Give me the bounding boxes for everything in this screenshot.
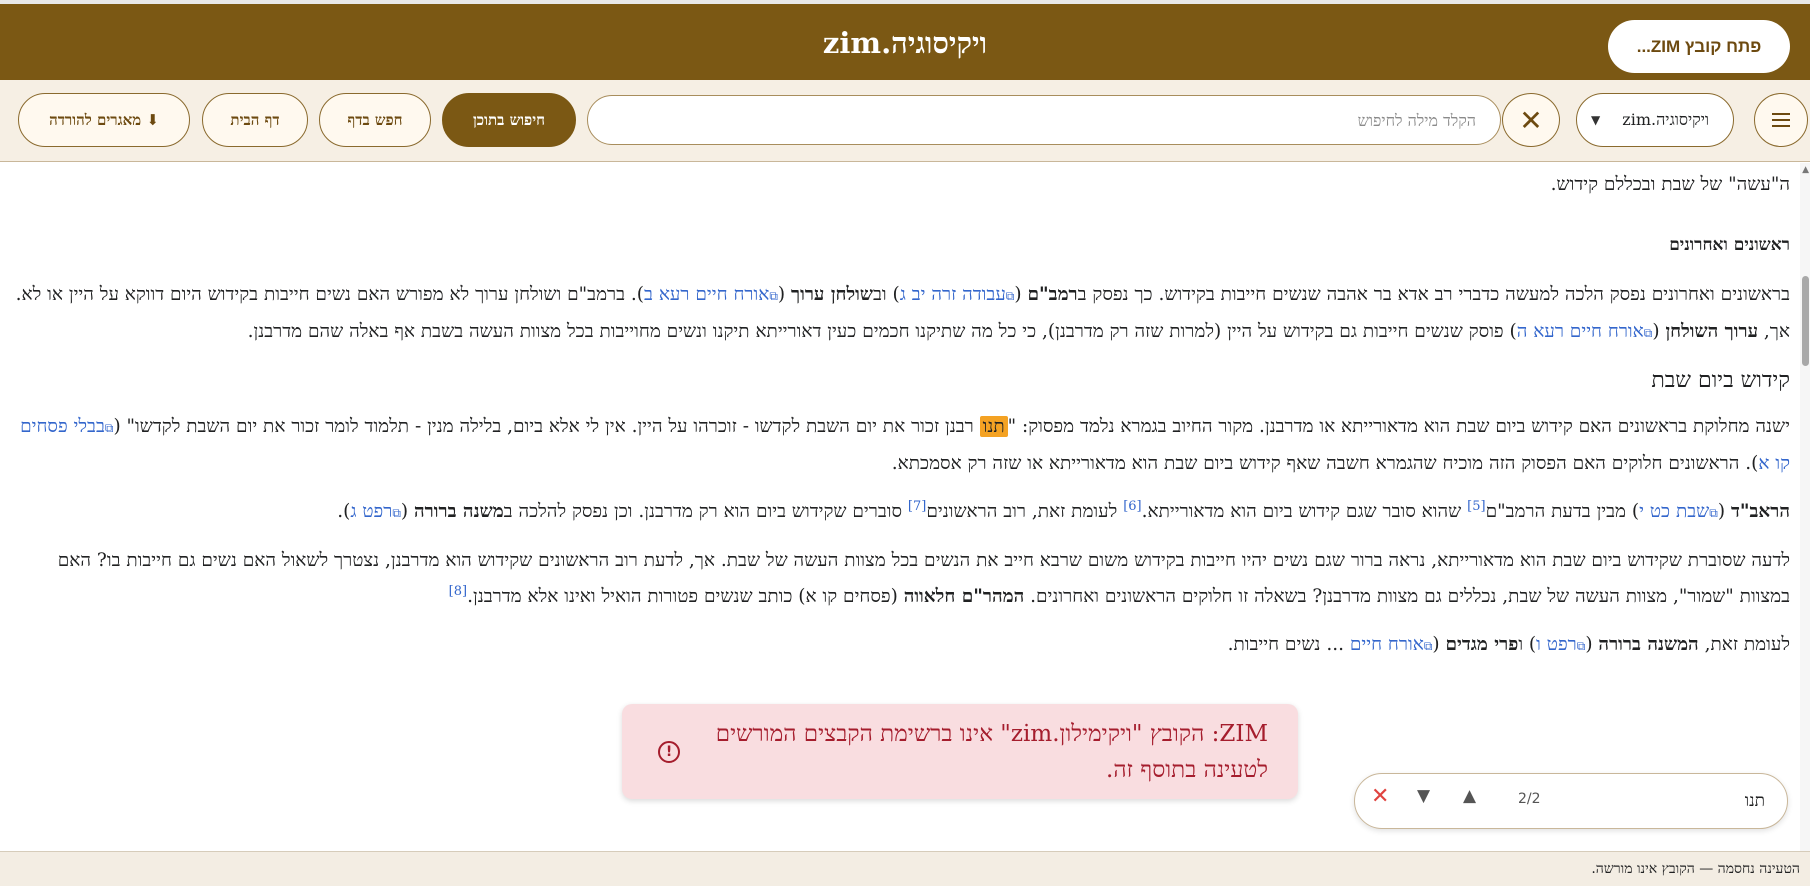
external-link-icon: ⧉ <box>1709 506 1718 520</box>
text: שהוא סובר שגם קידוש ביום הוא מדאורייתא. <box>1141 501 1468 522</box>
text: ( <box>400 501 415 522</box>
text: לעומת זאת, רוב הראשונים <box>926 501 1124 522</box>
text: ) פוסק שנשים חייבות גם בקידוש על היין (ל… <box>247 321 1517 342</box>
text: ... נשים חייבות. <box>1227 634 1350 655</box>
close-icon: ✕ <box>1519 103 1543 137</box>
subheading-rishonim: ראשונים ואחרונים <box>1669 235 1790 255</box>
title-bar: ויקיסוגיה.zim פתח קובץ ZIM... <box>0 0 1810 80</box>
text: ) ו <box>1518 634 1537 655</box>
clear-search-button[interactable]: ✕ <box>1502 93 1560 147</box>
book-select[interactable]: ויקיסוגיה.zim ▼ <box>1576 93 1734 147</box>
search-highlight: תנו <box>979 416 1008 437</box>
text: ( <box>1014 284 1028 305</box>
text: ). <box>337 501 351 522</box>
bold-term: שולחן ערוך <box>791 284 873 305</box>
find-input[interactable] <box>1645 786 1765 816</box>
text: ) וב <box>872 284 900 305</box>
home-button[interactable]: דף הבית <box>202 93 308 147</box>
scrollbar-thumb[interactable] <box>1802 276 1809 366</box>
source-link[interactable]: רפט ו <box>1536 634 1577 655</box>
text: ישנה מחלוקת בראשונים האם קידוש ביום שבת … <box>1007 416 1790 437</box>
text: ) מבין בדעת הרמב"ם <box>1485 501 1640 522</box>
external-link-icon: ⧉ <box>392 506 401 520</box>
paragraph: הראב"ד (⧉שבת כט י) מבין בדעת הרמב"ם[5] ש… <box>6 494 1790 531</box>
source-link[interactable]: שבת כט י <box>1639 501 1709 522</box>
text: ( <box>1717 501 1731 522</box>
footnote-ref[interactable]: [7] <box>908 499 926 514</box>
text: (פסחים קו א) כותב שנשים פטורות הואיל ואי… <box>467 586 904 607</box>
text: סוברים שקידוש ביום הוא רק מדרבנן. וכן נפ… <box>503 501 908 522</box>
source-link[interactable]: אורח חיים רעא ה <box>1517 321 1644 342</box>
chevron-down-icon: ▼ <box>1591 113 1601 127</box>
text: לעומת זאת, <box>1698 634 1790 655</box>
paragraph: ישנה מחלוקת בראשונים האם קידוש ביום שבת … <box>6 409 1790 482</box>
paragraph: בראשונים ואחרונים נפסק הלכה למעשה כדברי … <box>6 277 1790 351</box>
scroll-up-icon[interactable]: ▲ <box>1802 165 1809 175</box>
source-link[interactable]: רפט ג <box>350 501 392 522</box>
arrow-down-icon[interactable]: ▼ <box>1417 786 1430 806</box>
text: בראשונים ואחרונים נפסק הלכה למעשה כדברי … <box>1077 284 1790 305</box>
menu-icon <box>1772 119 1790 121</box>
source-link[interactable]: עבודה זרה יב ג <box>900 284 1006 305</box>
footnote-ref[interactable]: [6] <box>1123 499 1141 514</box>
scrollbar[interactable]: ▲ <box>1800 163 1810 851</box>
footnote-ref[interactable]: [5] <box>1467 499 1485 514</box>
search-input[interactable] <box>587 95 1501 145</box>
open-zim-button[interactable]: פתח קובץ ZIM... <box>1608 20 1790 73</box>
text: ( <box>777 284 792 305</box>
app-title: ויקיסוגיה.zim <box>822 26 988 60</box>
book-select-value: ויקיסוגיה.zim <box>1622 110 1709 129</box>
text: ( <box>1585 634 1599 655</box>
menu-button[interactable] <box>1754 93 1808 147</box>
bold-term: משנה ברורה <box>414 501 504 522</box>
search-content-button[interactable]: חיפוש בתוכן <box>442 93 576 147</box>
toast-message: ZIM: הקובץ "ויקימילון.zim" אינו ברשימת ה… <box>715 720 1268 783</box>
find-bar: 2/2 ▲ ▼ ✕ <box>1354 773 1788 829</box>
external-link-icon: ⧉ <box>769 289 778 303</box>
find-in-page-button[interactable]: חפש בדף <box>319 93 431 147</box>
paragraph: לדעה שסוברת שקידוש ביום שבת הוא מדאוריית… <box>6 543 1790 615</box>
toolbar: ויקיסוגיה.zim ▼ ✕ חיפוש בתוכן חפש בדף דף… <box>0 80 1810 162</box>
bold-term: ערוך השולחן <box>1665 321 1759 342</box>
text: ( <box>1432 634 1446 655</box>
find-match-count: 2/2 <box>1518 791 1541 807</box>
bold-term: הראב"ד <box>1730 501 1790 522</box>
download-repos-button[interactable]: ⬇ מאגרים להורדה <box>18 93 190 147</box>
footnote-ref[interactable]: [8] <box>449 584 467 599</box>
text: ). הראשונים חלוקים האם הפסוק הזה מוכיח ש… <box>891 453 1759 474</box>
paragraph: לעומת זאת, המשנה ברורה (⧉רפט ו) ופרי מגד… <box>6 627 1790 664</box>
arrow-up-icon[interactable]: ▲ <box>1463 786 1476 806</box>
source-link[interactable]: אורח חיים <box>1350 634 1424 655</box>
paragraph: ה"עשה" של שבת ובכללם קידוש. <box>1550 174 1790 195</box>
text: ( <box>1652 321 1666 342</box>
close-icon[interactable]: ✕ <box>1371 784 1389 809</box>
bold-term: המהר"ם חלאווה <box>903 586 1025 607</box>
error-toast: ZIM: הקובץ "ויקימילון.zim" אינו ברשימת ה… <box>622 704 1298 799</box>
alert-circle-icon: ! <box>658 740 680 763</box>
source-link[interactable]: אורח חיים רעא ב <box>644 284 769 305</box>
status-bar: הטעינה נחסמה — הקובץ אינו מורשה. <box>0 851 1810 886</box>
section-heading-kiddush: קידוש ביום שבת <box>1651 368 1790 393</box>
bold-term: רמב"ם <box>1027 284 1078 305</box>
bold-term: פרי מגדים <box>1445 634 1519 655</box>
bold-term: המשנה ברורה <box>1598 634 1699 655</box>
text: רבנן זכור את יום השבת לקדשו - זוכרהו על … <box>113 416 980 437</box>
